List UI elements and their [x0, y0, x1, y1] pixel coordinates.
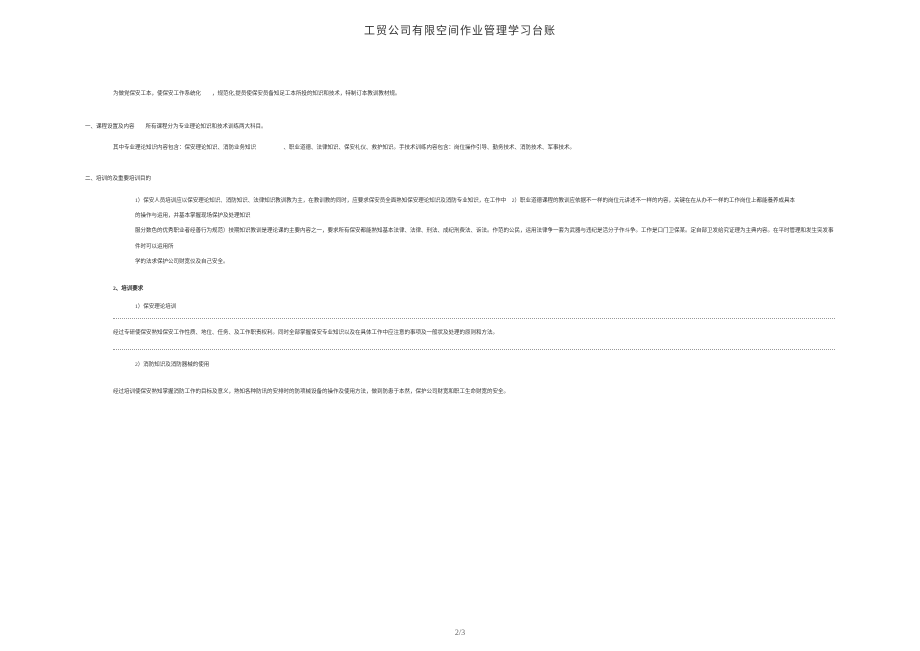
section-3-item-1: 1）保安理论培训 [85, 302, 835, 310]
dotted-divider-2 [113, 349, 835, 350]
section-1-body-text: 其中专业理论知识内容包含：保安理论知识、消防业务知识 、职业道德、法律知识、保安… [113, 145, 575, 151]
section-3-item-2: 2）消防知识及消防器械的使用 [85, 360, 835, 368]
section-3-heading: 2、培训要求 [85, 284, 835, 292]
section-2-item-3: 学的法求保护公司财宽仪及自己安全。 [85, 255, 835, 270]
section-3-body-2: 经过培训使保安熟知掌握消防工作的目标及意义，熟知各种防讯的安排时的防项械设备的操… [85, 386, 835, 400]
content-area: 为做党保安工本，使保安工作系统化 ，规范化,提员使保安员备知足工本所投的知识和技… [0, 38, 920, 400]
intro-paragraph: 为做党保安工本，使保安工作系统化 ，规范化,提员使保安员备知足工本所投的知识和技… [85, 88, 835, 102]
section-2-item-1-left: 1）保安人员培训应以保安理论知识、消防知识、法律知识教训教为主，在教训教的同时，… [135, 194, 512, 225]
page-number: 2/3 [0, 628, 920, 637]
dotted-divider-1 [113, 318, 835, 319]
section-3-body-1: 经过专研使保安熟知保安工作性质、地位、任务、及工作职责权利。同时全部掌握保安专业… [85, 327, 835, 341]
section-1-body: 其中专业理论知识内容包含：保安理论知识、消防业务知识 、职业道德、法律知识、保安… [85, 142, 835, 156]
section-2-item-2: 服分数色的优秀职业者经善行为规范）技期知识教训是理论课的主要内容之一，要求所有保… [85, 224, 835, 255]
document-title: 工贸公司有限空间作业管理学习台账 [0, 0, 920, 38]
section-2-item-1-right: 2）职业道德课程的教训应依据不一样的岗位元讲述不一样的内容，关键在在从办不一样的… [512, 194, 835, 225]
section-1-heading: 一、课程设置及内容 所有课程分为专业理论知识和技术训练两大科目。 [85, 122, 835, 130]
section-2-heading: 二、培训的及重要培训目的 [85, 174, 835, 182]
